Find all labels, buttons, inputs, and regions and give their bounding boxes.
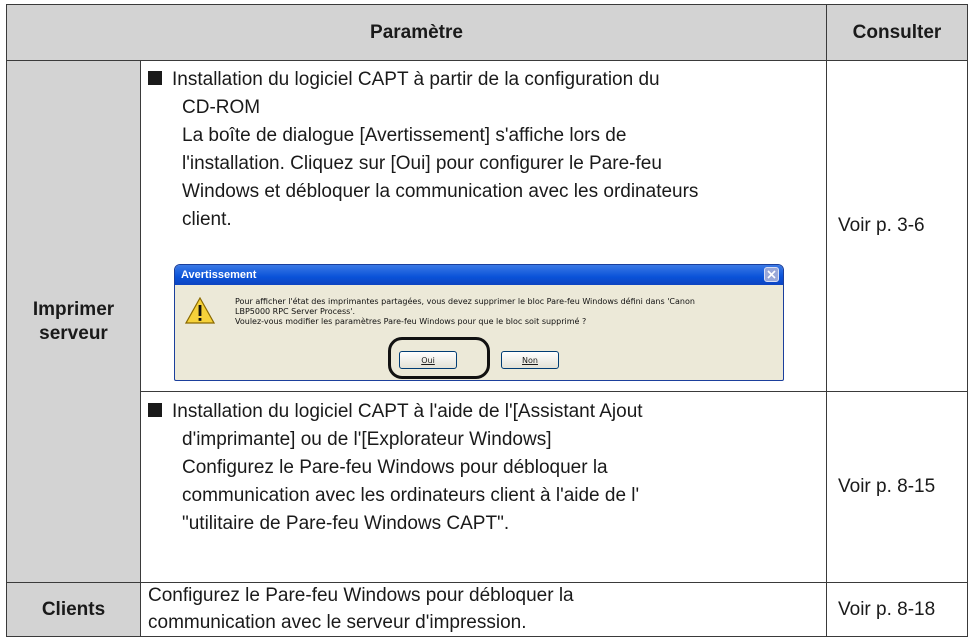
text-line: Windows et débloquer la communication av… bbox=[182, 181, 699, 202]
header-consulter: Consulter bbox=[827, 5, 967, 60]
text-line: Configurez le Pare-feu Windows pour débl… bbox=[148, 585, 574, 606]
square-bullet-icon bbox=[148, 71, 162, 85]
dialog-title: Avertissement bbox=[181, 269, 257, 281]
divider bbox=[6, 60, 968, 61]
clients-text: Configurez le Pare-feu Windows pour débl… bbox=[148, 582, 824, 636]
text-line: communication avec les ordinateurs clien… bbox=[182, 485, 640, 506]
dialog-message: Pour afficher l'état des imprimantes par… bbox=[235, 297, 695, 327]
row-label-server: Imprimer serveur bbox=[7, 61, 140, 582]
text-line: Installation du logiciel CAPT à l'aide d… bbox=[148, 398, 824, 426]
row-label-clients-text: Clients bbox=[41, 598, 106, 620]
divider bbox=[140, 60, 141, 637]
text-line: communication avec le serveur d'impressi… bbox=[148, 612, 527, 633]
header-consulter-label: Consulter bbox=[852, 21, 942, 43]
ref-server-a-text: Voir p. 3-6 bbox=[838, 215, 925, 236]
warning-icon bbox=[184, 296, 216, 329]
text-line: Configurez le Pare-feu Windows pour débl… bbox=[182, 457, 608, 478]
text-line: client. bbox=[182, 209, 232, 230]
row-label-server-text: Imprimer serveur bbox=[32, 298, 115, 344]
highlight-ring bbox=[388, 337, 490, 379]
server-install-wizard-text: Installation du logiciel CAPT à l'aide d… bbox=[148, 398, 824, 538]
dialog-message-line: Pour afficher l'état des imprimantes par… bbox=[235, 297, 695, 306]
dialog-titlebar: Avertissement bbox=[175, 265, 783, 285]
text-line: Installation du logiciel CAPT à partir d… bbox=[148, 66, 824, 94]
server-install-cdrom-text: Installation du logiciel CAPT à partir d… bbox=[148, 66, 824, 234]
text-line: d'imprimante] ou de l'[Explorateur Windo… bbox=[182, 429, 552, 450]
text-line: La boîte de dialogue [Avertissement] s'a… bbox=[182, 125, 627, 146]
row-label-clients: Clients bbox=[7, 583, 140, 636]
ref-server-b-text: Voir p. 8-15 bbox=[838, 476, 936, 497]
text-line: l'installation. Cliquez sur [Oui] pour c… bbox=[182, 153, 662, 174]
ref-server-b: Voir p. 8-15 bbox=[827, 392, 967, 582]
header-parametre-label: Paramètre bbox=[370, 21, 463, 43]
ref-clients: Voir p. 8-18 bbox=[827, 583, 967, 636]
square-bullet-icon bbox=[148, 403, 162, 417]
ref-clients-text: Voir p. 8-18 bbox=[838, 598, 936, 620]
dialog-message-line: LBP5000 RPC Server Process'. bbox=[235, 307, 356, 316]
ref-server-a: Voir p. 3-6 bbox=[827, 61, 967, 391]
text-line: CD-ROM bbox=[182, 97, 261, 118]
no-button[interactable]: Non bbox=[501, 351, 559, 369]
close-icon[interactable] bbox=[764, 267, 779, 282]
text-line: "utilitaire de Pare-feu Windows CAPT". bbox=[182, 513, 510, 534]
header-parametre: Paramètre bbox=[7, 5, 826, 60]
dialog-message-line: Voulez-vous modifier les paramètres Pare… bbox=[235, 317, 587, 326]
